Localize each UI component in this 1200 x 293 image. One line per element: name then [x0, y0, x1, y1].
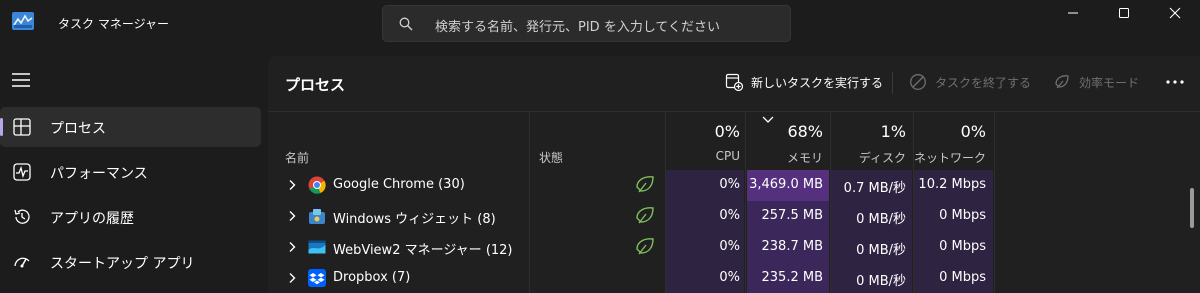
close-button[interactable] [1152, 0, 1198, 26]
sidebar-item-label: スタートアップ アプリ [50, 256, 195, 272]
prohibited-icon [910, 74, 926, 90]
dropbox-icon [308, 269, 326, 287]
end-task-button[interactable]: タスクを終了する [909, 70, 1031, 94]
efficiency-leaf-icon [1055, 75, 1069, 89]
cpu-value: 0% [719, 239, 740, 254]
memory-value: 3,469.0 MB [749, 177, 823, 192]
expand-chevron-icon[interactable] [286, 241, 298, 253]
efficiency-mode-label: 効率モード [1079, 75, 1140, 90]
maximize-icon [1119, 8, 1129, 18]
webview2-icon [308, 240, 326, 254]
expand-chevron-icon[interactable] [286, 210, 298, 222]
process-name: WebView2 マネージャー (12) [333, 243, 513, 258]
page-title: プロセス [285, 76, 346, 94]
maximize-button[interactable] [1101, 0, 1147, 26]
table-row[interactable]: Windows ウィジェット (8) 0% 257.5 MB 0 MB/秒 0 … [268, 201, 1200, 232]
search-input[interactable]: 検索する名前、発行元、PID を入力してください [435, 16, 720, 35]
memory-total-percent: 68% [787, 122, 823, 141]
table-row[interactable]: Dropbox (7) 0% 235.2 MB 0 MB/秒 0 Mbps [268, 263, 1200, 293]
efficiency-leaf-icon [636, 238, 654, 255]
table-row[interactable]: Google Chrome (30) 0% 3,469.0 MB 0.7 MB/… [268, 170, 1200, 201]
history-icon [14, 209, 30, 224]
sidebar-item-startup-apps[interactable]: スタートアップ アプリ [0, 242, 261, 282]
process-name: Google Chrome (30) [333, 177, 465, 192]
efficiency-mode-button[interactable]: 効率モード [1053, 70, 1139, 94]
column-header-disk[interactable]: ディスク [831, 149, 906, 166]
network-value: 0 Mbps [939, 239, 986, 254]
title-bar: タスク マネージャー 検索する名前、発行元、PID を入力してください [0, 0, 1200, 50]
column-header-status[interactable]: 状態 [539, 149, 563, 166]
memory-value: 257.5 MB [761, 208, 823, 223]
process-name: Dropbox (7) [333, 270, 411, 285]
processes-panel: プロセス 新しいタスクを実行する タスクを終了する 効率モード 名前 状態 0%… [268, 56, 1200, 293]
active-indicator [0, 118, 3, 136]
cpu-value: 0% [719, 208, 740, 223]
cpu-total-percent: 0% [714, 122, 740, 141]
cpu-value: 0% [719, 270, 740, 285]
memory-value: 235.2 MB [761, 270, 823, 285]
search-icon [399, 17, 413, 31]
column-header-name[interactable]: 名前 [285, 149, 309, 166]
processes-icon [13, 118, 31, 136]
column-header-network[interactable]: ネットワーク [914, 149, 986, 166]
app-title: タスク マネージャー [58, 17, 169, 31]
task-manager-logo-icon [12, 12, 34, 30]
efficiency-leaf-icon [636, 207, 654, 224]
disk-value: 0 MB/秒 [856, 212, 906, 227]
expand-chevron-icon[interactable] [286, 179, 298, 191]
toolbar-divider [892, 72, 893, 94]
performance-icon [13, 163, 31, 181]
disk-value: 0.7 MB/秒 [843, 181, 906, 196]
disk-value: 0 MB/秒 [856, 243, 906, 258]
sidebar-item-app-history[interactable]: アプリの履歴 [0, 197, 261, 237]
search-box[interactable]: 検索する名前、発行元、PID を入力してください [382, 5, 791, 42]
memory-value: 238.7 MB [761, 239, 823, 254]
more-options-icon[interactable] [1164, 74, 1186, 90]
chrome-icon [308, 176, 326, 194]
hamburger-menu-icon[interactable] [10, 70, 34, 90]
network-value: 10.2 Mbps [918, 177, 986, 192]
cpu-value: 0% [719, 177, 740, 192]
run-new-task-label: 新しいタスクを実行する [751, 75, 884, 90]
disk-total-percent: 1% [880, 122, 906, 141]
minimize-button[interactable] [1050, 0, 1096, 26]
run-new-task-icon [725, 73, 743, 91]
process-name: Windows ウィジェット (8) [333, 212, 496, 227]
sidebar: プロセス パフォーマンス アプリの履歴 スタートアップ アプリ [0, 50, 268, 293]
minimize-icon [1068, 12, 1078, 14]
column-header-memory[interactable]: メモリ [747, 149, 823, 166]
run-new-task-button[interactable]: 新しいタスクを実行する [725, 70, 883, 94]
disk-value: 0 MB/秒 [856, 274, 906, 289]
expand-chevron-icon[interactable] [286, 272, 298, 284]
sidebar-item-processes[interactable]: プロセス [0, 107, 261, 147]
sidebar-item-label: パフォーマンス [50, 166, 148, 182]
sidebar-item-label: プロセス [50, 121, 106, 137]
sidebar-item-label: アプリの履歴 [50, 211, 134, 227]
close-icon [1169, 7, 1181, 19]
network-value: 0 Mbps [939, 270, 986, 285]
table-row[interactable]: WebView2 マネージャー (12) 0% 238.7 MB 0 MB/秒 … [268, 232, 1200, 263]
end-task-label: タスクを終了する [935, 75, 1032, 90]
toolbar-divider-line [268, 111, 1200, 112]
widgets-icon [309, 209, 325, 224]
column-header-cpu[interactable]: CPU [666, 149, 740, 163]
sidebar-item-performance[interactable]: パフォーマンス [0, 152, 261, 192]
network-value: 0 Mbps [939, 208, 986, 223]
vertical-scrollbar[interactable] [1190, 188, 1194, 228]
startup-icon [14, 257, 30, 268]
efficiency-leaf-icon [636, 176, 654, 193]
network-total-percent: 0% [960, 122, 986, 141]
